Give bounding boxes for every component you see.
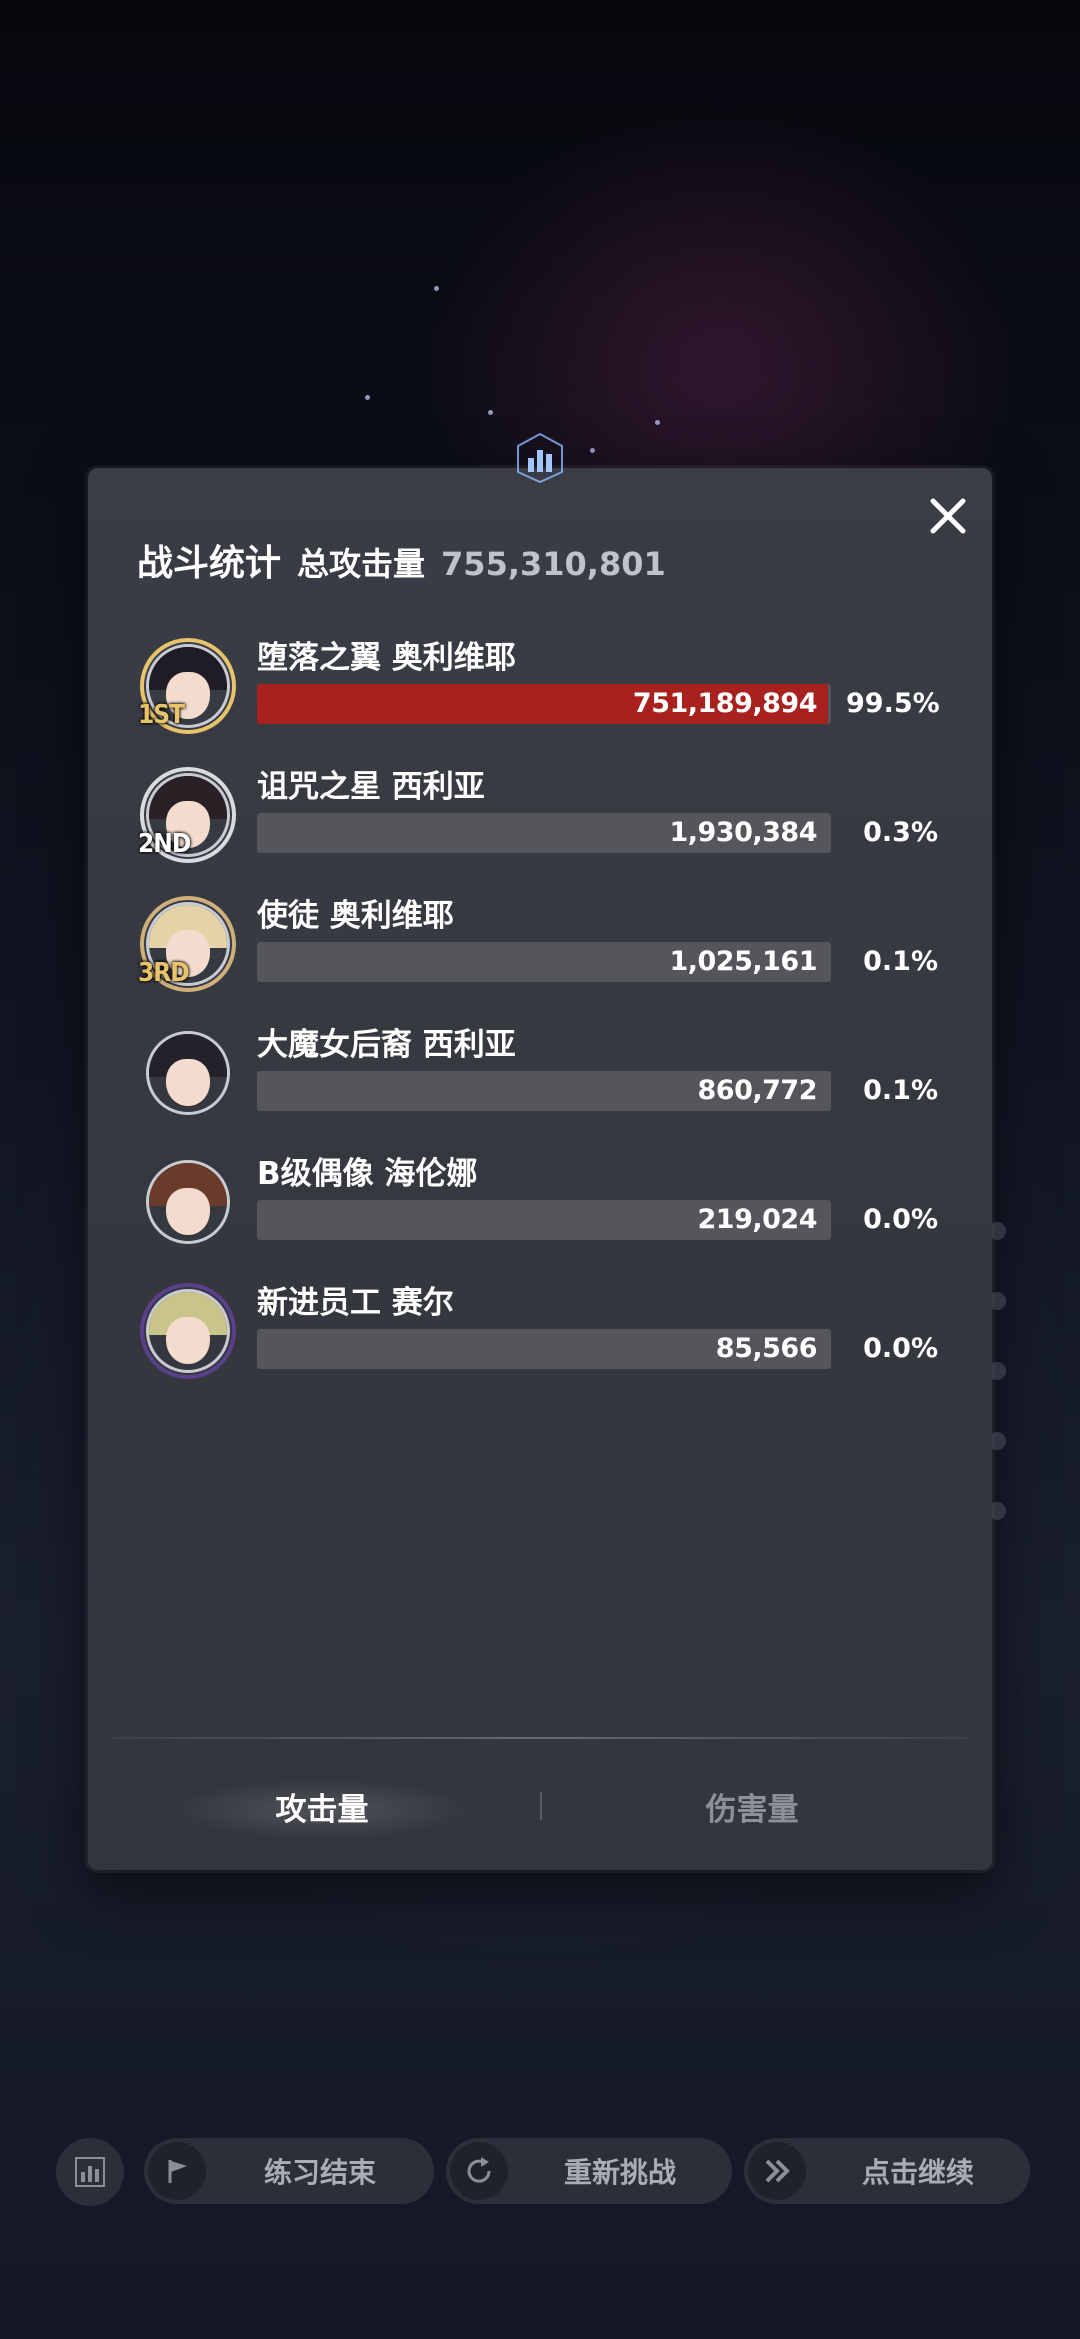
ranking-row: 1ST 堕落之翼 奥利维耶 751,189,894 99.5%: [0, 638, 1080, 766]
total-attack-value: 755,310,801: [441, 545, 666, 583]
ranking-row: 3RD 使徒 奥利维耶 1,025,161 0.1%: [0, 896, 1080, 1024]
ranking-row: 新进员工 赛尔 85,566 0.0%: [0, 1283, 1080, 1411]
attack-percent: 0.0%: [863, 1333, 938, 1364]
tab-attack[interactable]: 攻击量: [132, 1772, 512, 1840]
attack-value: 1,930,384: [669, 817, 817, 848]
retry-button[interactable]: 重新挑战: [446, 2138, 732, 2204]
attack-percent: 0.3%: [863, 817, 938, 848]
refresh-icon: [450, 2142, 508, 2200]
character-name: 使徒 奥利维耶: [257, 898, 454, 934]
fast-forward-icon: [748, 2142, 806, 2200]
practice-end-button[interactable]: 练习结束: [144, 2138, 434, 2204]
attack-value: 1,025,161: [669, 946, 817, 977]
practice-end-label: 练习结束: [263, 2156, 376, 2189]
total-attack-label: 总攻击量: [297, 545, 426, 583]
damage-bar: 860,772: [257, 1071, 831, 1111]
retry-label: 重新挑战: [563, 2156, 676, 2189]
continue-button[interactable]: 点击继续: [744, 2138, 1030, 2204]
star-particle: [655, 420, 660, 425]
attack-value: 85,566: [715, 1333, 818, 1364]
damage-bar: 1,930,384: [257, 813, 831, 853]
rank-badge: 1ST: [138, 700, 185, 730]
ranking-row: 2ND 诅咒之星 西利亚 1,930,384 0.3%: [0, 767, 1080, 895]
attack-percent: 0.0%: [863, 1204, 938, 1235]
dialog-header: 战斗统计 总攻击量 755,310,801: [137, 534, 666, 594]
attack-value: 219,024: [697, 1204, 818, 1235]
attack-percent: 0.1%: [863, 946, 938, 977]
tab-separator: [540, 1792, 542, 1820]
close-icon: [930, 498, 966, 534]
stats-button[interactable]: [56, 2138, 124, 2206]
character-name: 堕落之翼 奥利维耶: [257, 640, 516, 676]
attack-value: 751,189,894: [632, 688, 818, 719]
star-particle: [590, 448, 595, 453]
bottom-action-bar: 练习结束 重新挑战 点击继续: [0, 2138, 1080, 2206]
star-particle: [488, 410, 493, 415]
star-particle: [365, 395, 370, 400]
character-name: 新进员工 赛尔: [257, 1285, 454, 1321]
avatar: 2ND: [138, 767, 236, 863]
attack-value: 860,772: [697, 1075, 818, 1106]
avatar: [140, 1283, 236, 1379]
character-name: B级偶像 海伦娜: [257, 1156, 478, 1192]
rank-badge: 2ND: [138, 829, 191, 859]
stats-tabs: 攻击量 伤害量: [112, 1772, 968, 1840]
damage-bar: 1,025,161: [257, 942, 831, 982]
avatar: 1ST: [138, 638, 236, 734]
character-name: 大魔女后裔 西利亚: [257, 1027, 516, 1063]
damage-bar: 219,024: [257, 1200, 831, 1240]
divider: [112, 1737, 968, 1739]
bar-chart-icon: [517, 432, 563, 484]
avatar: [140, 1025, 236, 1121]
star-particle: [434, 286, 439, 291]
bar-chart-icon: [75, 2157, 105, 2187]
attack-percent: 99.5%: [846, 688, 940, 719]
damage-bar: 751,189,894: [257, 684, 831, 724]
continue-label: 点击继续: [861, 2156, 974, 2189]
tab-damage[interactable]: 伤害量: [562, 1772, 942, 1840]
avatar: [140, 1154, 236, 1250]
close-button[interactable]: [920, 488, 976, 544]
avatar: 3RD: [138, 896, 236, 992]
dialog-title: 战斗统计: [137, 543, 282, 584]
attack-percent: 0.1%: [863, 1075, 938, 1106]
damage-bar: 85,566: [257, 1329, 831, 1369]
ranking-row: B级偶像 海伦娜 219,024 0.0%: [0, 1154, 1080, 1282]
flag-icon: [148, 2142, 206, 2200]
ranking-row: 大魔女后裔 西利亚 860,772 0.1%: [0, 1025, 1080, 1153]
rank-badge: 3RD: [138, 958, 190, 988]
character-name: 诅咒之星 西利亚: [257, 769, 485, 805]
